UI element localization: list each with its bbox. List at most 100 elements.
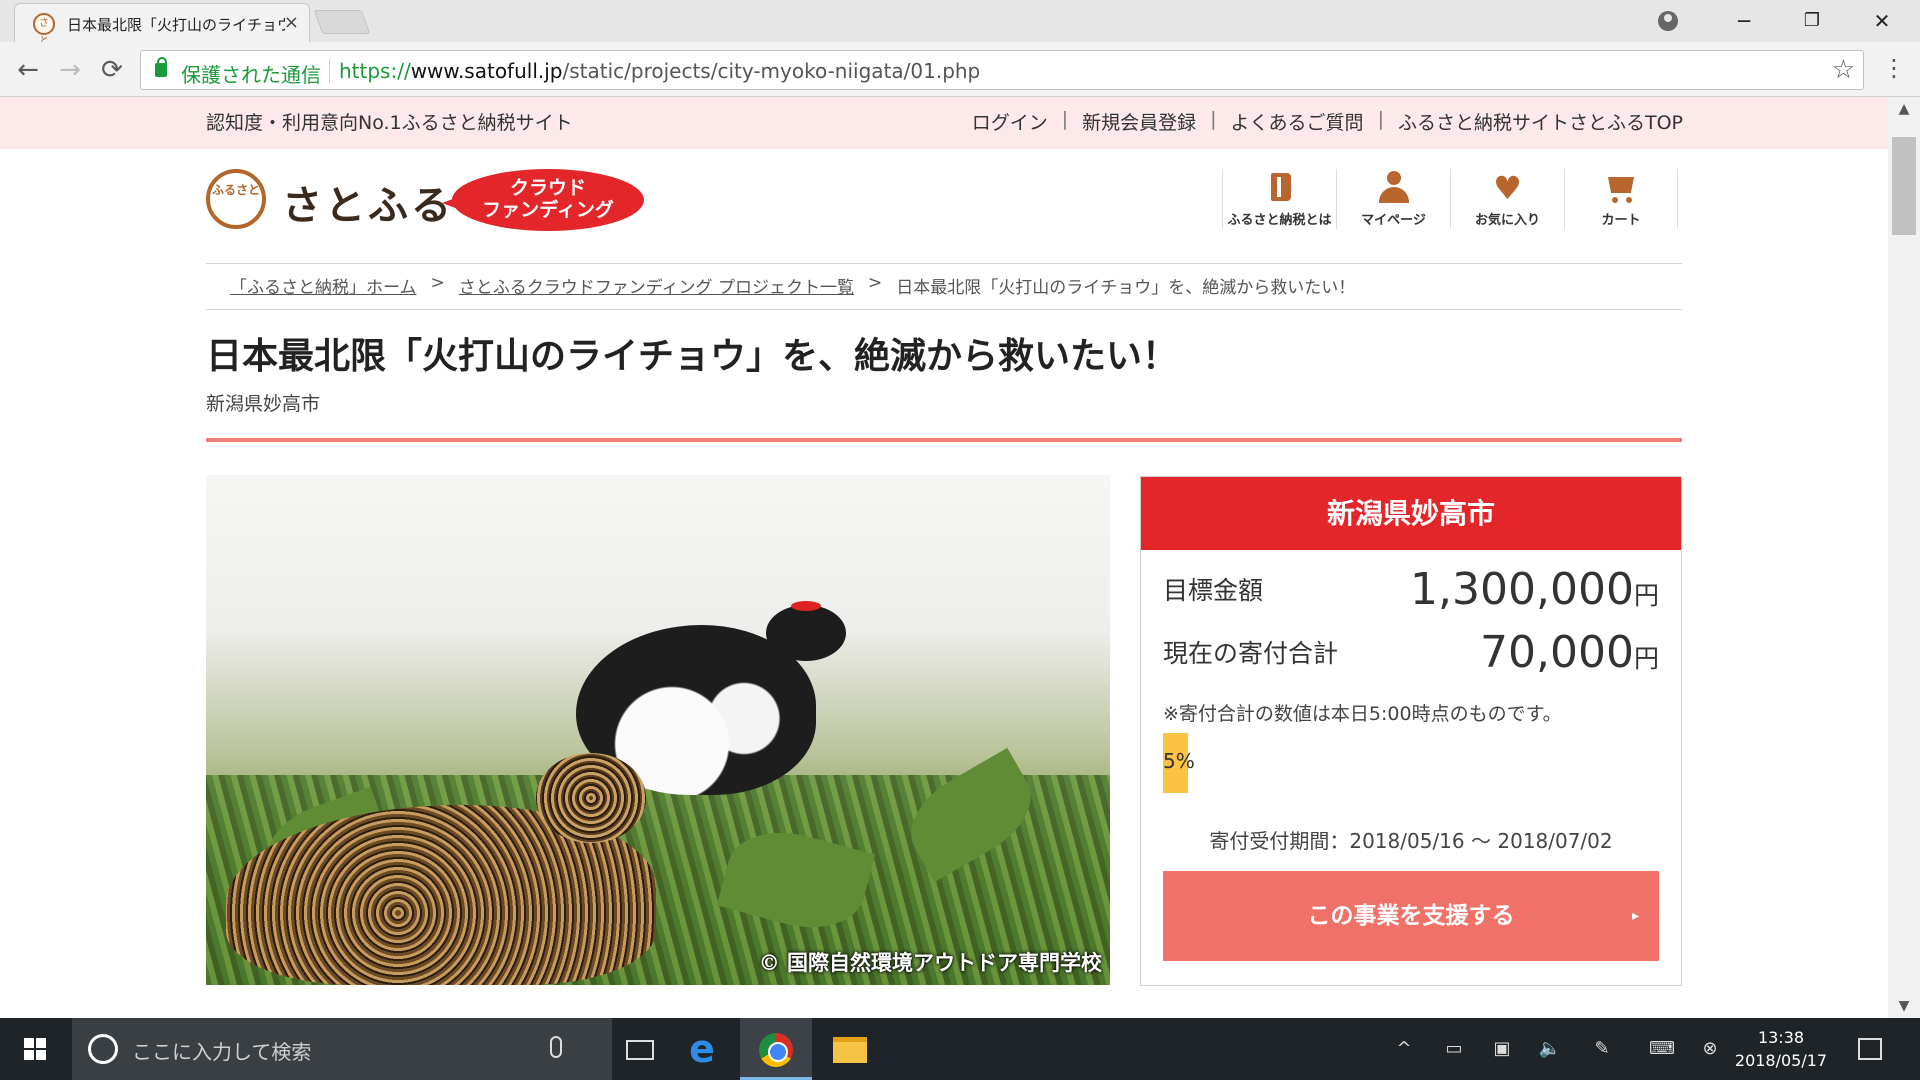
photo-credit: © 国際自然環境アウトドア専門学校 [758, 950, 1102, 975]
link-separator: | [1210, 108, 1217, 130]
restore-button[interactable]: ❐ [1792, 6, 1832, 36]
url-text[interactable]: https://www.satofull.jp/static/projects/… [339, 59, 980, 83]
keyboard-icon[interactable]: ⌨ [1644, 1018, 1680, 1080]
bookmark-star-icon[interactable]: ☆ [1832, 55, 1855, 85]
nav-cart[interactable]: カート [1564, 169, 1678, 229]
support-button-label: この事業を支援する [1307, 903, 1515, 929]
volume-icon[interactable]: 🔈 [1536, 1018, 1564, 1080]
folder-icon [833, 1036, 867, 1063]
faq-link[interactable]: よくあるご質問 [1231, 108, 1364, 135]
ptarmigan-male-head [766, 605, 846, 661]
total-label: 現在の寄付合計 [1163, 639, 1339, 668]
tray-chevron-icon[interactable]: ^ [1392, 1018, 1416, 1080]
nav-mypage[interactable]: マイページ [1336, 169, 1450, 229]
windows-start-icon[interactable] [24, 1038, 46, 1060]
site-top-strip: 認知度・利用意向No.1ふるさと納税サイト ログイン | 新規会員登録 | よく… [0, 97, 1888, 149]
scroll-up-icon[interactable]: ▲ [1888, 97, 1920, 121]
edge-taskbar-button[interactable]: e [666, 1018, 738, 1080]
total-amount: 70,000 [1480, 627, 1634, 678]
person-icon [1377, 171, 1411, 205]
network-icon[interactable]: ▣ [1488, 1018, 1516, 1080]
title-rule [206, 438, 1682, 442]
address-bar[interactable]: 保護された通信 https://www.satofull.jp/static/p… [140, 50, 1864, 90]
battery-icon[interactable]: ▭ [1440, 1018, 1468, 1080]
icon-nav: ふるさと納税とは マイページ ♥ お気に入り カート [1222, 169, 1678, 229]
breadcrumb-separator: > [430, 273, 445, 293]
task-view-icon [626, 1039, 654, 1060]
scroll-thumb[interactable] [1892, 137, 1916, 235]
nav-favorites[interactable]: ♥ お気に入り [1450, 169, 1564, 229]
total-note: ※寄付合計の数値は本日5:00時点のものです。 [1163, 703, 1562, 725]
breadcrumb-list-link[interactable]: さとふるクラウドファンディング プロジェクト一覧 [459, 273, 854, 298]
ime-status-icon[interactable]: ⊗ [1696, 1018, 1724, 1080]
nav-label: マイページ [1361, 213, 1426, 228]
project-photo: © 国際自然環境アウトドア専門学校 [206, 475, 1110, 985]
book-icon [1263, 171, 1297, 205]
url-scheme: https:// [339, 59, 411, 83]
goal-unit: 円 [1633, 581, 1659, 610]
page-title: 日本最北限「火打山のライチョウ」を、絶滅から救いたい！ [206, 336, 1179, 377]
heart-icon: ♥ [1493, 169, 1522, 207]
omnibox-divider [329, 59, 330, 83]
progress-label: 5% [1163, 749, 1195, 773]
total-row: 現在の寄付合計 70,000円 [1163, 622, 1659, 678]
url-host: www.satofull.jp [410, 59, 563, 83]
chrome-taskbar-button[interactable] [740, 1018, 812, 1080]
progress-bar: 5% [1163, 733, 1661, 793]
nav-label: ふるさと納税とは [1227, 213, 1332, 228]
back-button[interactable]: ← [10, 52, 46, 88]
project-municipality: 新潟県妙高市 [206, 393, 321, 415]
tab-close-icon[interactable]: × [284, 12, 299, 33]
secure-connection-label: 保護された通信 [181, 63, 321, 87]
satofull-logo-mark[interactable]: ふるさと [206, 169, 266, 229]
tab-title: 日本最北限「火打山のライチョウ」を、絶滅から救いたい！ [67, 16, 285, 34]
browser-tab[interactable]: さと 日本最北限「火打山のライチョウ」を、絶滅から救いたい！ × [14, 3, 310, 47]
donation-panel: 新潟県妙高市 目標金額 1,300,000円 現在の寄付合計 70,000円 ※… [1140, 476, 1682, 986]
windows-taskbar: ここに入力して検索 e ^ ▭ ▣ 🔈 ✎ ⌨ ⊗ 13:38 2018/05/… [0, 1018, 1920, 1080]
total-unit: 円 [1633, 644, 1659, 673]
lock-icon [155, 57, 167, 77]
reload-button[interactable]: ⟳ [94, 52, 130, 88]
login-link[interactable]: ログイン [972, 108, 1048, 135]
scroll-down-icon[interactable]: ▼ [1888, 994, 1920, 1018]
divider [206, 309, 1682, 310]
profile-icon[interactable] [1658, 11, 1678, 31]
breadcrumb-home-link[interactable]: 「ふるさと納税」ホーム [230, 273, 417, 298]
minimize-button[interactable]: ─ [1724, 6, 1764, 36]
taskbar-search-box[interactable]: ここに入力して検索 [72, 1018, 612, 1080]
forward-button[interactable]: → [52, 52, 88, 88]
crowdfunding-badge[interactable]: クラウド ファンディング [442, 169, 644, 231]
register-link[interactable]: 新規会員登録 [1082, 108, 1196, 135]
satofull-top-link[interactable]: ふるさと納税サイトさとふるTOP [1398, 108, 1683, 135]
link-separator: | [1061, 108, 1069, 130]
taskbar-clock[interactable]: 13:38 2018/05/17 [1726, 1026, 1836, 1072]
goal-label: 目標金額 [1163, 576, 1264, 605]
goal-row: 目標金額 1,300,000円 [1163, 559, 1659, 615]
browser-tab-strip: さと 日本最北限「火打山のライチョウ」を、絶滅から救いたい！ × ─ ❐ ✕ [0, 0, 1920, 47]
url-path: /static/projects/city-myoko-niigata/01.p… [562, 59, 981, 83]
support-project-button[interactable]: この事業を支援する ▸ [1163, 871, 1659, 961]
microphone-icon[interactable] [550, 1036, 562, 1058]
breadcrumb-current: 日本最北限「火打山のライチョウ」を、絶滅から救いたい！ [896, 278, 1356, 298]
donation-period: 寄付受付期間：2018/05/16 ～ 2018/07/02 [1209, 829, 1613, 853]
breadcrumb-separator: > [867, 273, 883, 293]
goal-value: 1,300,000円 [1410, 564, 1659, 615]
clock-time: 13:38 [1757, 1028, 1805, 1047]
ptarmigan-comb [791, 601, 821, 611]
window-close-button[interactable]: ✕ [1862, 6, 1902, 36]
new-tab-button[interactable] [313, 10, 371, 34]
site-tagline: 認知度・利用意向No.1ふるさと納税サイト [206, 112, 573, 134]
satofull-favicon-icon: さと [33, 13, 55, 47]
panel-header: 新潟県妙高市 [1141, 477, 1681, 550]
page-viewport: 認知度・利用意向No.1ふるさと納税サイト ログイン | 新規会員登録 | よく… [0, 97, 1888, 1018]
nav-furusato-about[interactable]: ふるさと納税とは [1222, 169, 1336, 229]
browser-menu-icon[interactable]: ⋮ [1882, 54, 1906, 82]
page-scrollbar[interactable]: ▲ ▼ [1888, 97, 1920, 1018]
arrow-right-icon: ▸ [1631, 908, 1639, 924]
action-center-icon[interactable] [1858, 1038, 1882, 1060]
pen-icon[interactable]: ✎ [1588, 1018, 1616, 1080]
file-explorer-taskbar-button[interactable] [814, 1018, 886, 1080]
browser-toolbar: ← → ⟳ 保護された通信 https://www.satofull.jp/st… [0, 42, 1920, 97]
satofull-logo-text[interactable]: さとふる [282, 173, 454, 231]
taskbar-search-placeholder: ここに入力して検索 [132, 1040, 312, 1064]
